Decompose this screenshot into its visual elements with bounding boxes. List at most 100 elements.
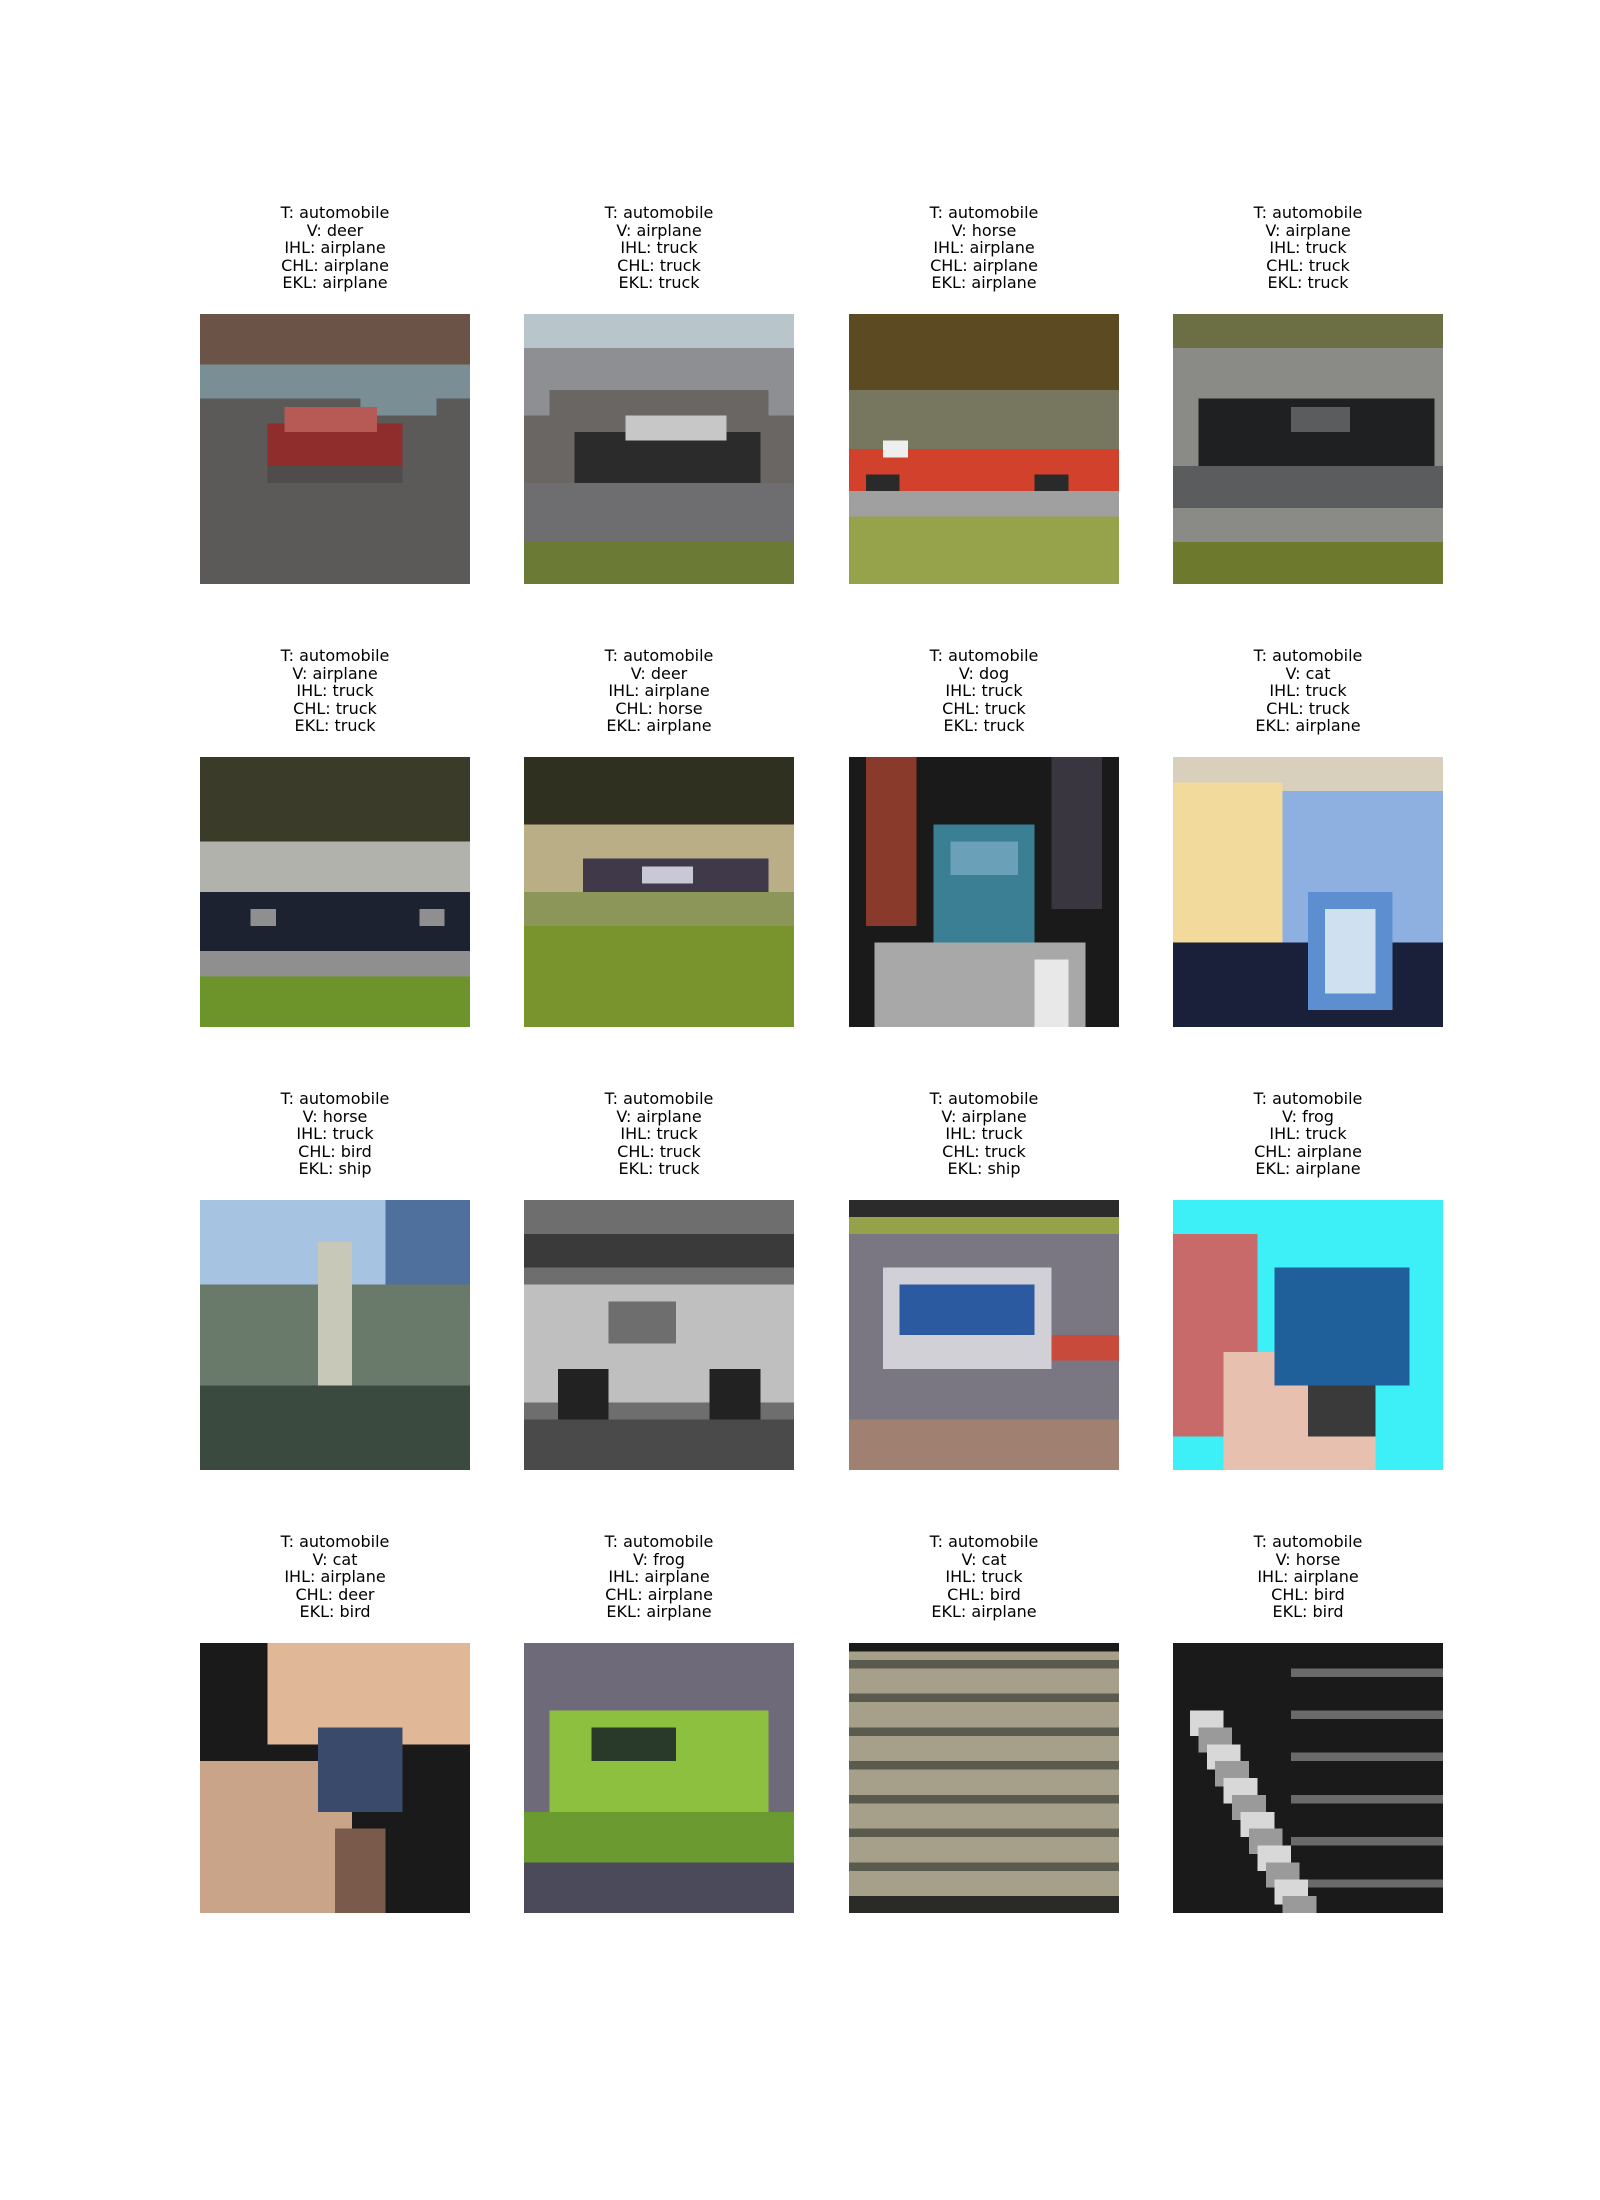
panel-caption: T: automobile V: frog IHL: truck CHL: airpl… (1133, 1090, 1483, 1178)
v-label: V: airplane (941, 1106, 1027, 1126)
pixel-image (200, 1643, 470, 1913)
grille-stripe (849, 1778, 1119, 1787)
ekl-label: EKL: truck (294, 716, 376, 735)
chl-label: CHL: truck (617, 1141, 701, 1161)
grass (849, 1216, 1119, 1234)
pixel-image (1173, 757, 1443, 1027)
chl-label: CHL: airplane (281, 255, 389, 275)
panel-image (524, 1643, 794, 1913)
truck-window (608, 1301, 676, 1344)
panel-image (524, 314, 794, 584)
road (1173, 508, 1443, 534)
wheel (709, 1368, 761, 1420)
ekl-label: EKL: airplane (931, 273, 1037, 292)
pixel-image (200, 757, 470, 1027)
wall (1173, 347, 1443, 399)
pixel-image (524, 1200, 794, 1470)
car-lower (524, 1811, 794, 1863)
ekl-label: EKL: truck (618, 1159, 700, 1178)
pixel-image (524, 757, 794, 1027)
ekl-label: EKL: airplane (1255, 1159, 1361, 1178)
road (200, 951, 470, 977)
pixel-image (849, 757, 1119, 1027)
chl-label: CHL: airplane (1254, 1141, 1362, 1161)
grille-stripe (849, 1676, 1119, 1686)
panel-image (849, 314, 1119, 584)
grille-stripe (849, 1659, 1119, 1669)
car-livery (899, 1284, 1035, 1335)
top (849, 1643, 1119, 1652)
chl-label: CHL: bird (1271, 1584, 1345, 1604)
road-line (1034, 959, 1069, 1027)
panel-image (200, 1643, 470, 1913)
chl-label: CHL: truck (1266, 255, 1350, 275)
true-label: T: automobile (1253, 1089, 1363, 1108)
true-label: T: automobile (1253, 646, 1363, 665)
chl-label: CHL: truck (1266, 698, 1350, 718)
bottom (849, 1896, 1119, 1913)
true-label: T: automobile (604, 203, 714, 222)
grille-stripe (849, 1828, 1119, 1838)
ihl-label: IHL: truck (945, 681, 1023, 700)
grille-stripe (849, 1710, 1119, 1719)
ekl-label: EKL: truck (618, 273, 700, 292)
ekl-label: EKL: airplane (282, 273, 388, 292)
image-grid: T: automobile V: deer IHL: airplane CHL: ai… (0, 0, 1600, 2200)
grille-stripe (849, 1794, 1119, 1804)
panel-caption: T: automobile V: deer IHL: airplane CHL: ai… (160, 204, 510, 292)
panel-image (849, 1643, 1119, 1913)
ekl-label: EKL: ship (298, 1159, 372, 1178)
pixel-image (849, 314, 1119, 584)
grille-stripe (849, 1845, 1119, 1854)
road (524, 1862, 794, 1913)
trees (1173, 314, 1443, 348)
true-label: T: automobile (929, 203, 1039, 222)
v-label: V: frog (1282, 1106, 1334, 1126)
sky-band (200, 314, 470, 365)
ekl-label: EKL: airplane (1255, 716, 1361, 735)
grille-bar (1291, 1710, 1443, 1719)
v-label: V: cat (1285, 663, 1331, 683)
pixel-image (849, 1643, 1119, 1913)
wheel (557, 1368, 609, 1420)
track (524, 892, 794, 926)
ihl-label: IHL: truck (945, 1124, 1023, 1143)
tyre-tread (1282, 1896, 1317, 1913)
road (1173, 465, 1443, 509)
true-label: T: automobile (280, 1532, 390, 1551)
v-label: V: horse (302, 1106, 368, 1126)
pixel-image (524, 1643, 794, 1913)
ihl-label: IHL: airplane (608, 1567, 710, 1586)
grille-bar (1291, 1794, 1443, 1804)
true-label: T: automobile (280, 646, 390, 665)
panel-image (849, 757, 1119, 1027)
panel-image (524, 757, 794, 1027)
panel-caption: T: automobile V: cat IHL: truck CHL: bird EK… (809, 1533, 1159, 1621)
car-number (882, 440, 909, 458)
true-label: T: automobile (604, 1089, 714, 1108)
ihl-label: IHL: truck (1269, 1124, 1347, 1143)
panel-image (1173, 314, 1443, 584)
chl-label: CHL: truck (942, 698, 1026, 718)
ekl-label: EKL: bird (299, 1602, 371, 1621)
panel-caption: T: automobile V: deer IHL: airplane CHL: ho… (484, 647, 834, 735)
panel-caption: T: automobile V: airplane IHL: truck CHL: t… (160, 647, 510, 735)
true-label: T: automobile (929, 1532, 1039, 1551)
grille-bar (1291, 1752, 1443, 1762)
chl-label: CHL: horse (615, 698, 703, 718)
chl-label: CHL: deer (295, 1584, 375, 1604)
ihl-label: IHL: truck (620, 1124, 698, 1143)
pixel-image (200, 314, 470, 584)
v-label: V: cat (961, 1549, 1007, 1569)
ekl-label: EKL: airplane (931, 1602, 1037, 1621)
v-label: V: deer (630, 663, 688, 683)
sky (524, 314, 794, 348)
true-label: T: automobile (280, 1089, 390, 1108)
track (849, 491, 1119, 517)
grass (524, 541, 794, 584)
grass (1173, 541, 1443, 584)
ihl-label: IHL: airplane (933, 238, 1035, 257)
v-label: V: dog (958, 663, 1010, 683)
wheel (1034, 474, 1069, 492)
ihl-label: IHL: airplane (284, 1567, 386, 1586)
